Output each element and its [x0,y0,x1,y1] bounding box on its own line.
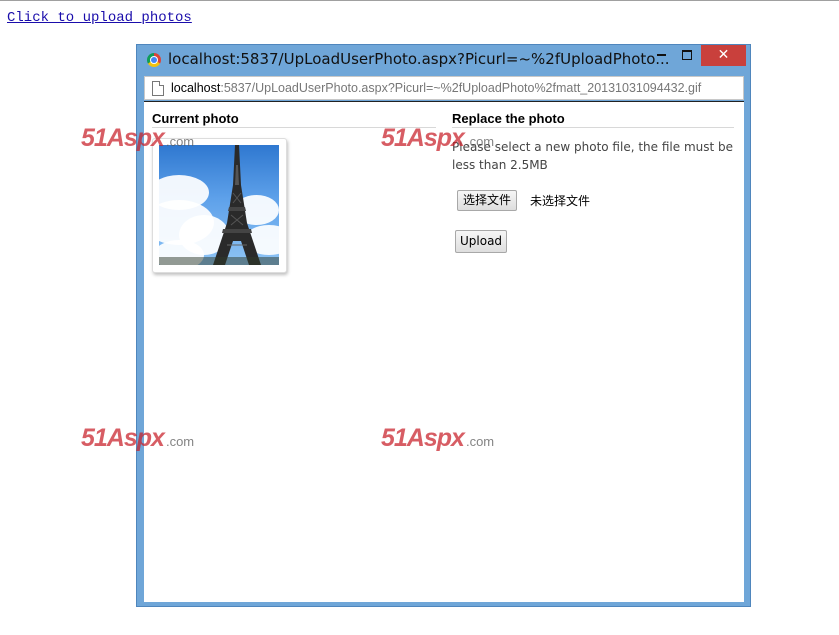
choose-file-button[interactable]: 选择文件 [457,190,518,211]
replace-photo-heading: Replace the photo [452,111,565,126]
upload-button[interactable]: Upload [455,230,508,253]
minimize-icon [656,53,666,56]
upload-instruction: Please select a new photo file, the file… [452,140,734,172]
address-host: localhost [171,81,221,95]
current-photo-heading: Current photo [152,111,239,126]
maximize-button[interactable] [674,45,700,66]
current-photo-frame [152,138,287,273]
divider-left [152,127,436,128]
dialog-content: Current photo Replace the photo Please s… [144,101,744,602]
current-photo-image [159,145,279,265]
address-path: :5837/UpLoadUserPhoto.aspx?Picurl=~%2fUp… [220,81,702,95]
close-button[interactable]: ✕ [701,45,746,66]
window-titlebar[interactable]: localhost:5837/UpLoadUserPhoto.aspx?Picu… [137,45,750,75]
upload-popup-window: localhost:5837/UpLoadUserPhoto.aspx?Picu… [136,44,751,607]
address-bar[interactable]: localhost:5837/UpLoadUserPhoto.aspx?Picu… [144,76,744,100]
eiffel-tower-icon [159,145,279,265]
close-icon: ✕ [717,47,730,63]
upload-photos-link[interactable]: Click to upload photos [7,10,192,26]
window-title: localhost:5837/UpLoadUserPhoto.aspx?Picu… [168,50,670,68]
top-border [0,0,839,1]
page-icon [152,81,164,96]
minimize-button[interactable] [648,45,674,66]
maximize-icon [682,49,692,60]
divider-right [452,127,734,128]
no-file-chosen-label: 未选择文件 [530,194,591,208]
address-url: localhost:5837/UpLoadUserPhoto.aspx?Picu… [171,81,701,95]
chrome-icon [147,53,161,67]
